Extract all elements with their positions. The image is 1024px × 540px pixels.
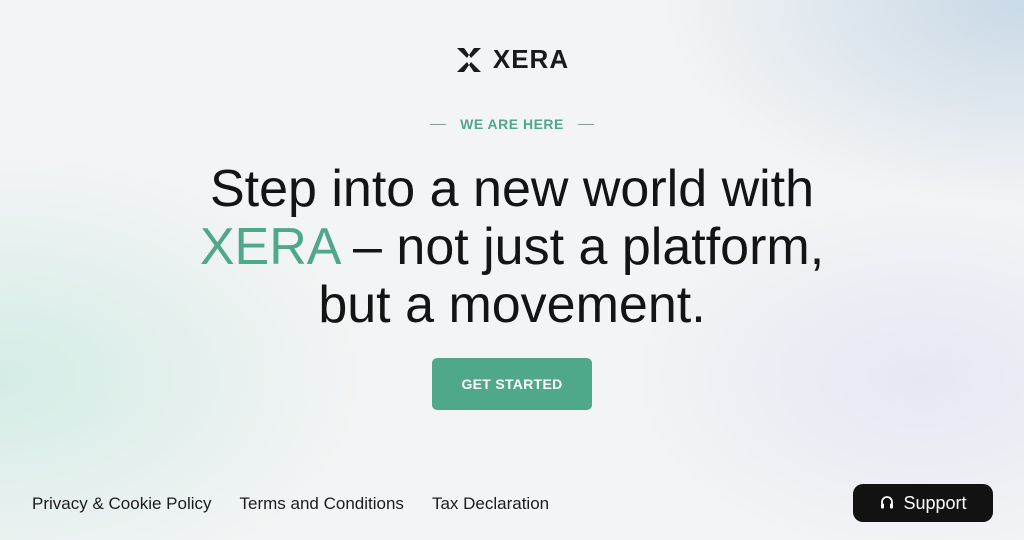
- headline-line-3: but a movement.: [318, 276, 706, 334]
- eyebrow-text: WE ARE HERE: [460, 116, 564, 132]
- support-button[interactable]: Support: [853, 484, 993, 522]
- get-started-button[interactable]: GET STARTED: [432, 358, 592, 410]
- tax-declaration-link[interactable]: Tax Declaration: [432, 494, 549, 514]
- support-label: Support: [903, 492, 967, 513]
- eyebrow: WE ARE HERE: [0, 116, 1024, 132]
- eyebrow-divider-left: [430, 123, 447, 125]
- hero-headline: Step into a new world with XERA – not ju…: [0, 160, 1024, 334]
- brand-name: XERA: [492, 44, 570, 74]
- privacy-cookie-policy-link[interactable]: Privacy & Cookie Policy: [32, 494, 212, 514]
- headline-line-2: – not just a platform,: [338, 218, 825, 276]
- eyebrow-divider-right: [577, 123, 594, 125]
- footer-links: Privacy & Cookie Policy Terms and Condit…: [32, 494, 549, 514]
- terms-conditions-link[interactable]: Terms and Conditions: [240, 494, 404, 514]
- headline-brand: XERA: [199, 218, 339, 276]
- headline-line-1: Step into a new world with: [209, 160, 815, 218]
- headset-icon: [881, 496, 894, 509]
- x-mark-logo-icon: [456, 47, 481, 72]
- brand-logo[interactable]: XERA: [0, 44, 1024, 75]
